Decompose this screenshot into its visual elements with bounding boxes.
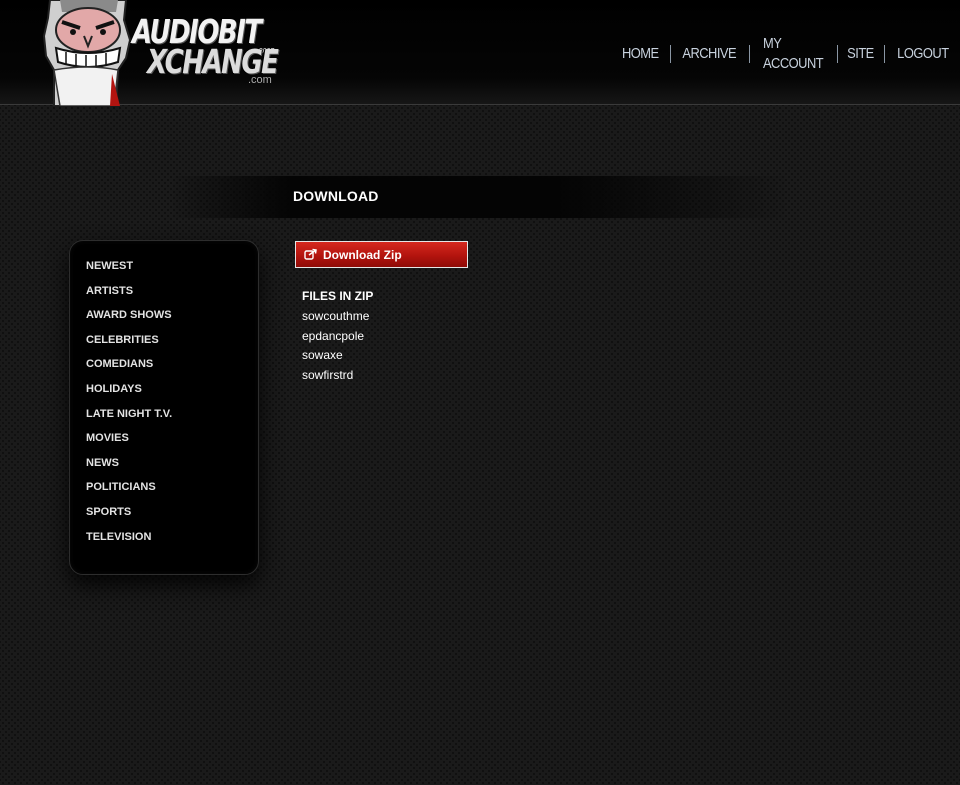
sidebar-item-news[interactable]: NEWS (86, 451, 258, 476)
file-list: sowcouthme epdancpole sowaxe sowfirstrd (302, 307, 373, 385)
category-sidebar: NEWEST ARTISTS AWARD SHOWS CELEBRITIES C… (69, 240, 259, 575)
download-zip-button[interactable]: Download Zip (295, 241, 468, 268)
list-item: sowaxe (302, 348, 343, 362)
nav-home-link[interactable]: HOME (615, 44, 665, 64)
top-navigation: HOME ARCHIVE MY ACCOUNT SITE LOGOUT (611, 35, 960, 72)
download-zip-label: Download Zip (323, 247, 402, 262)
site-logo[interactable]: AUDIOBIT 2007 XCHANGE .com (40, 0, 280, 106)
sidebar-item-sports[interactable]: SPORTS (86, 500, 258, 525)
sidebar-item-celebrities[interactable]: CELEBRITIES (86, 328, 258, 353)
nav-logout-link[interactable]: LOGOUT (890, 44, 955, 64)
nav-my-account-link[interactable]: MY ACCOUNT (756, 34, 831, 74)
nav-archive-link[interactable]: ARCHIVE (676, 44, 743, 64)
list-item: epdancpole (302, 328, 365, 343)
sidebar-item-television[interactable]: TELEVISION (86, 525, 258, 550)
category-list: NEWEST ARTISTS AWARD SHOWS CELEBRITIES C… (70, 241, 258, 549)
sidebar-item-holidays[interactable]: HOLIDAYS (86, 377, 258, 402)
nav-site-link[interactable]: SITE (841, 44, 881, 64)
zip-file-list: FILES IN ZIP sowcouthme epdancpole sowax… (302, 287, 373, 385)
nav-divider (748, 45, 750, 63)
nav-divider (669, 45, 671, 63)
sidebar-item-politicians[interactable]: POLITICIANS (86, 475, 258, 500)
external-link-icon (304, 248, 317, 261)
sidebar-item-newest[interactable]: NEWEST (86, 254, 258, 279)
grinning-face-logo-icon (42, 0, 132, 106)
sidebar-item-artists[interactable]: ARTISTS (86, 279, 258, 304)
section-title-bar (170, 176, 790, 218)
site-header: AUDIOBIT 2007 XCHANGE .com HOME ARCHIVE … (0, 0, 960, 106)
sidebar-item-movies[interactable]: MOVIES (86, 426, 258, 451)
logo-suffix: .com (248, 74, 272, 86)
list-item: sowfirstrd (302, 367, 354, 382)
list-item: sowcouthme (302, 309, 370, 323)
nav-divider (884, 45, 885, 63)
sidebar-item-award-shows[interactable]: AWARD SHOWS (86, 303, 258, 328)
sidebar-item-late-night-tv[interactable]: LATE NIGHT T.V. (86, 402, 258, 427)
page-title: DOWNLOAD (293, 188, 379, 204)
nav-divider (836, 45, 838, 63)
files-heading: FILES IN ZIP (302, 289, 374, 303)
sidebar-item-comedians[interactable]: COMEDIANS (86, 352, 258, 377)
